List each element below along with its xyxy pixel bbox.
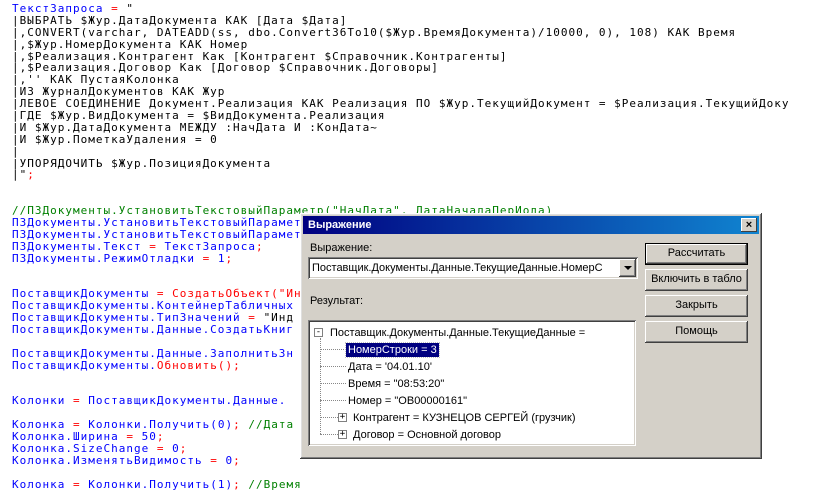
tree-connector-stub: [320, 417, 338, 418]
code-line: |";: [12, 169, 836, 181]
tree-item[interactable]: + Договор = Основной договор: [312, 426, 632, 443]
plus-icon: +: [340, 431, 345, 438]
code-line: |УПОРЯДОЧИТЬ $Жур.ПозицияДокумента: [12, 158, 836, 170]
tree-item[interactable]: Дата = '04.01.10': [312, 358, 632, 375]
expression-input[interactable]: [311, 260, 617, 276]
collapse-toggle[interactable]: -: [314, 328, 323, 337]
tree-connector-stub: [320, 434, 338, 435]
expand-toggle[interactable]: +: [338, 413, 347, 422]
minus-icon: -: [316, 329, 321, 336]
close-button[interactable]: ×: [741, 218, 757, 232]
dialog-title: Выражение: [308, 219, 371, 231]
tree-connector-stub: [320, 383, 346, 384]
tree-item[interactable]: Номер = "ОВ00000161": [312, 392, 632, 409]
tree-item[interactable]: Время = "08:53:20": [312, 375, 632, 392]
code-line: [12, 181, 836, 193]
expression-dialog: Выражение × Выражение: Рассчитать Включи…: [300, 213, 762, 459]
expression-label: Выражение:: [310, 242, 372, 254]
result-tree: -Поставщик.Документы.Данные.ТекущиеДанны…: [312, 324, 632, 442]
close-icon: ×: [746, 220, 752, 231]
tree-connector-stub: [320, 400, 346, 401]
tree-item-label: Договор = Основной договор: [351, 428, 503, 442]
tree-root-label: Поставщик.Документы.Данные.ТекущиеДанные…: [328, 326, 587, 340]
include-in-board-button[interactable]: Включить в табло: [645, 269, 748, 291]
code-line: Колонка = Колонки.Получить(1); //Время: [12, 479, 836, 491]
tree-item-label: Время = "08:53:20": [346, 377, 446, 391]
chevron-down-icon: [624, 266, 632, 274]
tree-item-label: Дата = '04.01.10': [346, 360, 434, 374]
tree-item[interactable]: НомерСтроки = 3: [312, 341, 632, 358]
code-line: |И $Жур.ПометкаУдаления = 0: [12, 134, 836, 146]
dialog-titlebar[interactable]: Выражение ×: [303, 216, 759, 234]
tree-item-label: Номер = "ОВ00000161": [346, 394, 469, 408]
tree-item[interactable]: + Контрагент = КУЗНЕЦОВ СЕРГЕЙ (грузчик): [312, 409, 632, 426]
tree-item-label: Контрагент = КУЗНЕЦОВ СЕРГЕЙ (грузчик): [351, 411, 578, 425]
help-button[interactable]: Помощь: [645, 321, 748, 343]
plus-icon: +: [340, 414, 345, 421]
close-dialog-button[interactable]: Закрыть: [645, 295, 748, 317]
tree-connector-stub: [320, 349, 346, 350]
tree-connector-stub: [320, 366, 346, 367]
calculate-button[interactable]: Рассчитать: [645, 243, 748, 265]
result-treebox[interactable]: -Поставщик.Документы.Данные.ТекущиеДанны…: [308, 320, 636, 446]
tree-item-label: НомерСтроки = 3: [346, 343, 439, 357]
expand-toggle[interactable]: +: [338, 430, 347, 439]
expression-combobox[interactable]: [308, 257, 638, 279]
result-label: Результат:: [310, 295, 363, 307]
combobox-dropdown-button[interactable]: [619, 259, 636, 277]
tree-root-item[interactable]: -Поставщик.Документы.Данные.ТекущиеДанны…: [312, 324, 632, 341]
